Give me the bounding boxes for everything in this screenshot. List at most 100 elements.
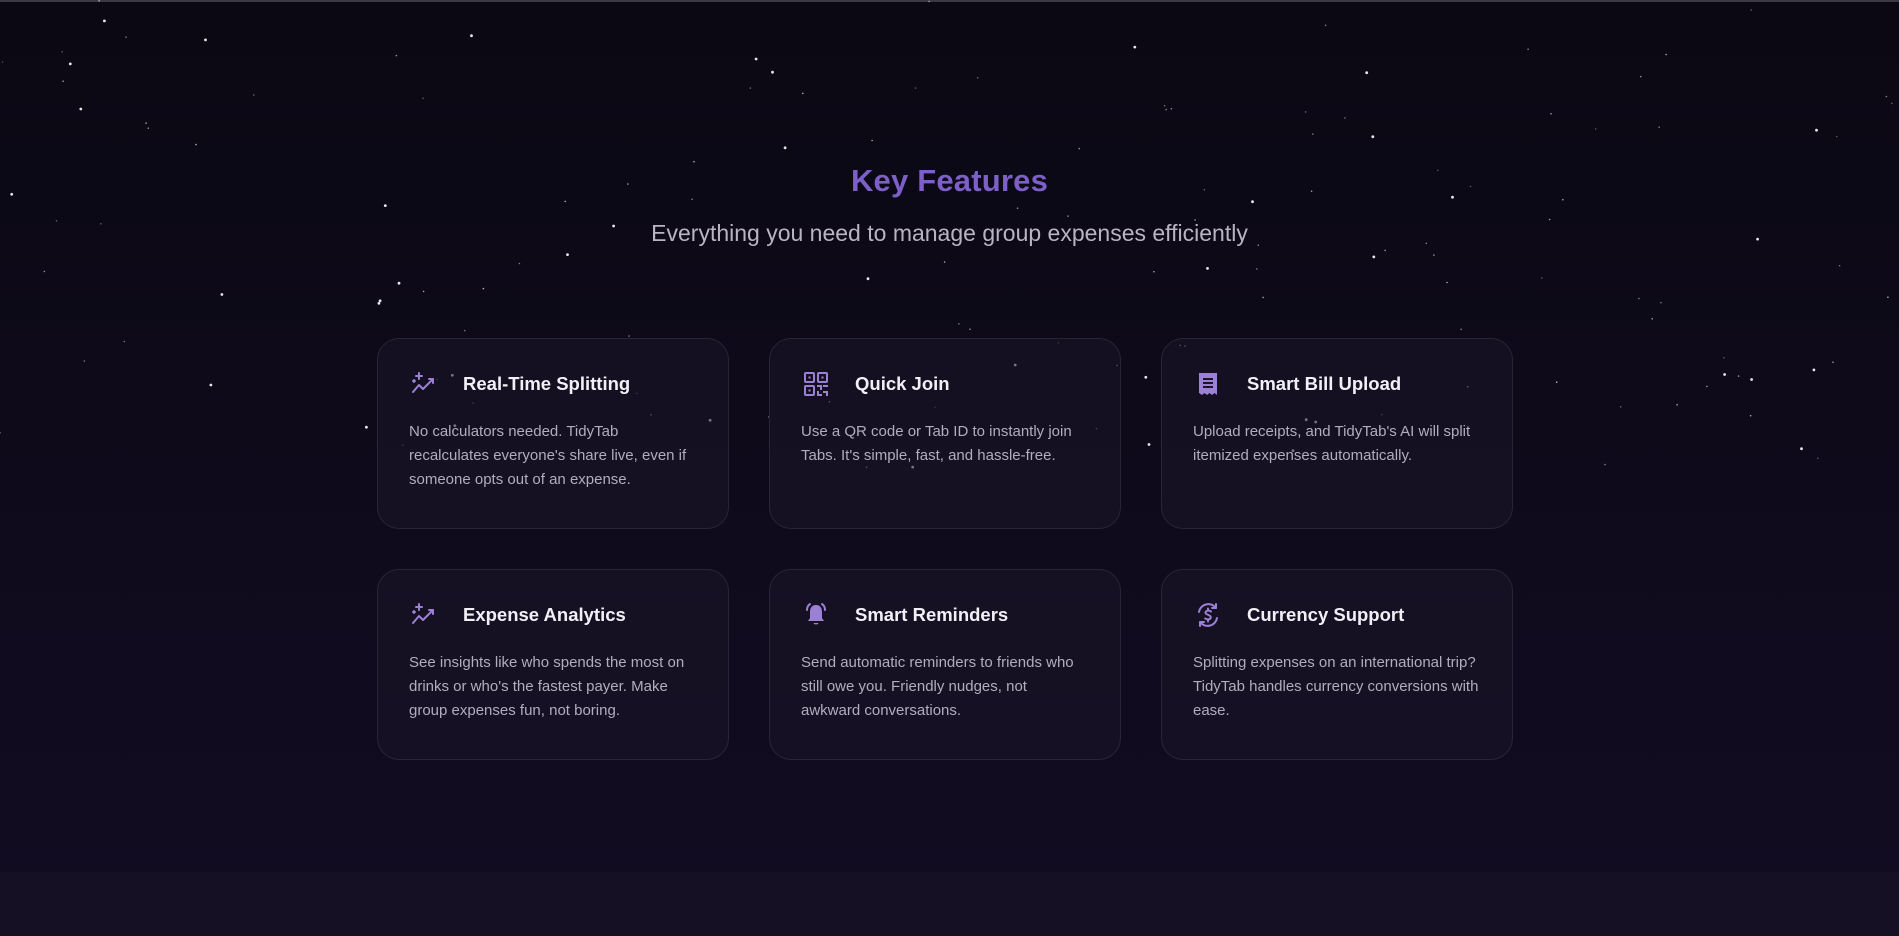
star bbox=[1555, 381, 1558, 384]
star bbox=[62, 80, 64, 82]
star bbox=[378, 299, 382, 303]
star bbox=[397, 281, 401, 285]
currency-exchange-icon bbox=[1193, 600, 1223, 630]
star bbox=[1133, 45, 1137, 49]
star bbox=[464, 329, 466, 332]
star bbox=[1460, 328, 1462, 331]
feature-title: Smart Reminders bbox=[855, 604, 1009, 625]
feature-title: Currency Support bbox=[1247, 604, 1405, 625]
star bbox=[1372, 255, 1376, 259]
feature-card-smart-reminders: Smart Reminders Send automatic reminders… bbox=[769, 569, 1121, 760]
star bbox=[1016, 207, 1019, 209]
feature-card-smart-bill-upload: Smart Bill Upload Upload receipts, and T… bbox=[1161, 338, 1513, 529]
star bbox=[943, 261, 946, 263]
star bbox=[518, 262, 521, 265]
star bbox=[61, 51, 63, 53]
star bbox=[470, 34, 473, 38]
star bbox=[1312, 133, 1314, 135]
star bbox=[771, 70, 774, 74]
star bbox=[0, 432, 1, 434]
star bbox=[1594, 128, 1597, 130]
star bbox=[1, 61, 4, 63]
star bbox=[1067, 215, 1069, 217]
star bbox=[754, 57, 758, 61]
feature-title: Expense Analytics bbox=[463, 604, 626, 625]
star bbox=[958, 323, 960, 325]
feature-description: Send automatic reminders to friends who … bbox=[801, 654, 1074, 719]
star bbox=[1891, 102, 1893, 105]
star bbox=[628, 335, 630, 337]
star bbox=[1836, 135, 1838, 138]
star bbox=[1658, 126, 1660, 128]
star bbox=[79, 107, 83, 111]
sparkle-trend-icon bbox=[409, 369, 439, 399]
star bbox=[123, 340, 126, 343]
sparkle-trend-icon bbox=[409, 600, 439, 630]
star bbox=[969, 328, 971, 331]
star bbox=[1550, 112, 1552, 115]
features-page: Key Features Everything you need to mana… bbox=[0, 0, 1899, 936]
star bbox=[1446, 281, 1448, 284]
star bbox=[802, 92, 804, 95]
feature-title: Smart Bill Upload bbox=[1247, 373, 1402, 394]
star bbox=[1660, 301, 1662, 304]
star bbox=[1527, 48, 1529, 50]
feature-title: Real-Time Splitting bbox=[463, 373, 631, 394]
star bbox=[195, 143, 197, 146]
feature-card-quick-join: Quick Join Use a QR code or Tab ID to in… bbox=[769, 338, 1121, 529]
features-grid: Real-Time Splitting No calculators neede… bbox=[377, 338, 1513, 760]
star bbox=[103, 19, 106, 23]
feature-description: Use a QR code or Tab ID to instantly joi… bbox=[801, 423, 1072, 464]
star bbox=[1078, 147, 1081, 150]
star bbox=[147, 127, 150, 129]
feature-title: Quick Join bbox=[855, 373, 950, 394]
star bbox=[1750, 378, 1753, 381]
section-title: Key Features bbox=[850, 163, 1049, 198]
feature-description: Upload receipts, and TidyTab's AI will s… bbox=[1193, 423, 1471, 464]
star bbox=[871, 139, 873, 142]
star bbox=[68, 62, 72, 66]
star bbox=[1665, 53, 1667, 56]
star bbox=[1262, 296, 1264, 299]
star bbox=[1619, 406, 1622, 408]
star bbox=[914, 87, 917, 89]
star bbox=[377, 301, 381, 305]
star bbox=[1163, 104, 1166, 107]
section-subtitle: Everything you need to manage group expe… bbox=[651, 220, 1248, 246]
star bbox=[1706, 385, 1708, 388]
star bbox=[1384, 249, 1386, 252]
star bbox=[1604, 463, 1606, 466]
star bbox=[1256, 268, 1258, 270]
star bbox=[928, 0, 930, 3]
bell-ringing-icon bbox=[801, 600, 831, 630]
feature-description: See insights like who spends the most on… bbox=[409, 654, 685, 719]
star bbox=[1170, 107, 1173, 110]
star bbox=[1324, 24, 1327, 27]
star bbox=[1304, 111, 1307, 113]
star bbox=[98, 0, 100, 2]
feature-description: No calculators needed. TidyTab recalcula… bbox=[409, 423, 687, 488]
star bbox=[145, 122, 147, 124]
star bbox=[1815, 128, 1818, 132]
next-section-band bbox=[0, 872, 1899, 936]
star bbox=[1371, 135, 1375, 139]
feature-card-expense-analytics: Expense Analytics See insights like who … bbox=[377, 569, 729, 760]
star bbox=[1887, 296, 1889, 299]
star bbox=[1832, 361, 1834, 364]
qr-code-icon bbox=[801, 369, 831, 399]
star bbox=[395, 54, 398, 57]
star bbox=[1817, 457, 1819, 460]
star bbox=[1750, 9, 1752, 11]
star bbox=[866, 277, 870, 281]
star bbox=[220, 293, 224, 296]
star bbox=[83, 360, 86, 362]
receipt-icon bbox=[1193, 369, 1223, 399]
star bbox=[209, 383, 213, 387]
star bbox=[1251, 200, 1254, 204]
star bbox=[482, 287, 485, 290]
star bbox=[566, 253, 569, 256]
star bbox=[1723, 373, 1726, 376]
star bbox=[1433, 254, 1435, 256]
star bbox=[383, 204, 387, 208]
star bbox=[1749, 414, 1752, 417]
